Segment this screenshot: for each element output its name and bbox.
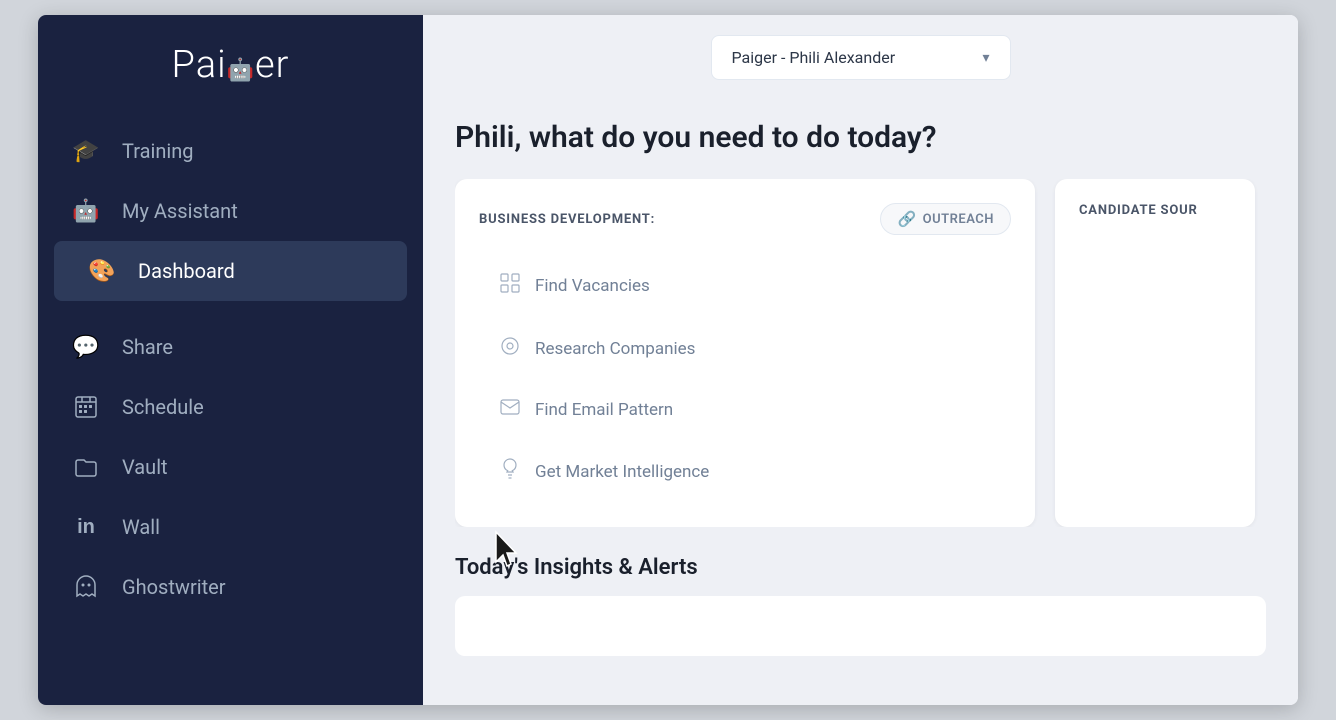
- schedule-icon: [70, 391, 102, 423]
- vault-icon: [70, 451, 102, 483]
- sidebar: Pai🤖er 🎓 Training 🤖 My Assistant 🎨 Dashb…: [38, 15, 423, 705]
- sidebar-item-training[interactable]: 🎓 Training: [38, 121, 423, 181]
- insights-title: Today's Insights & Alerts: [455, 555, 1266, 580]
- find-vacancies-icon: [499, 273, 521, 298]
- insights-card: [455, 596, 1266, 656]
- ghostwriter-icon: [70, 571, 102, 603]
- menu-item-label: Get Market Intelligence: [535, 462, 709, 482]
- find-email-icon: [499, 399, 521, 420]
- account-selector-value: Paiger - Phili Alexander: [732, 48, 896, 67]
- sidebar-item-share[interactable]: 💬 Share: [38, 317, 423, 377]
- sidebar-item-dashboard[interactable]: 🎨 Dashboard: [54, 241, 407, 301]
- training-icon: 🎓: [70, 135, 102, 167]
- menu-item-research-companies[interactable]: Research Companies: [479, 318, 1011, 379]
- my-assistant-icon: 🤖: [70, 195, 102, 227]
- sidebar-item-label: Schedule: [122, 395, 204, 419]
- card-menu-items: Find Vacancies Research Companies: [479, 255, 1011, 503]
- main-content: Paiger - Phili Alexander ▾ Phili, what d…: [423, 15, 1298, 705]
- sidebar-item-ghostwriter[interactable]: Ghostwriter: [38, 557, 423, 617]
- app-logo: Pai🤖er: [38, 15, 423, 111]
- outreach-badge-label: OUTREACH: [923, 212, 994, 227]
- menu-item-get-market-intelligence[interactable]: Get Market Intelligence: [479, 440, 1011, 503]
- card-header: BUSINESS DEVELOPMENT: 🔗 OUTREACH: [479, 203, 1011, 235]
- card-partial-header: CANDIDATE SOUR: [1079, 203, 1231, 218]
- menu-item-label: Find Email Pattern: [535, 400, 673, 420]
- sidebar-item-label: Dashboard: [138, 259, 235, 283]
- sidebar-item-schedule[interactable]: Schedule: [38, 377, 423, 437]
- business-development-card: BUSINESS DEVELOPMENT: 🔗 OUTREACH: [455, 179, 1035, 527]
- sidebar-item-vault[interactable]: Vault: [38, 437, 423, 497]
- chevron-down-icon: ▾: [982, 50, 989, 66]
- market-intelligence-icon: [499, 458, 521, 485]
- account-selector[interactable]: Paiger - Phili Alexander ▾: [711, 35, 1011, 80]
- sidebar-item-label: Ghostwriter: [122, 575, 226, 599]
- menu-item-label: Find Vacancies: [535, 276, 650, 296]
- candidate-sourcing-card: CANDIDATE SOUR: [1055, 179, 1255, 527]
- sidebar-item-label: Wall: [122, 515, 160, 539]
- menu-item-label: Research Companies: [535, 339, 695, 359]
- menu-item-find-vacancies[interactable]: Find Vacancies: [479, 255, 1011, 316]
- page-title: Phili, what do you need to do today?: [455, 120, 1266, 155]
- cards-row: BUSINESS DEVELOPMENT: 🔗 OUTREACH: [455, 179, 1266, 527]
- outreach-icon: 🔗: [897, 210, 916, 228]
- sidebar-item-wall[interactable]: in Wall: [38, 497, 423, 557]
- outreach-badge[interactable]: 🔗 OUTREACH: [880, 203, 1011, 235]
- sidebar-item-label: My Assistant: [122, 199, 238, 223]
- sidebar-item-label: Vault: [122, 455, 168, 479]
- dashboard-icon: 🎨: [86, 255, 118, 287]
- logo-robot-icon: 🤖: [227, 58, 255, 83]
- header: Paiger - Phili Alexander ▾: [423, 15, 1298, 96]
- card-section-title: BUSINESS DEVELOPMENT:: [479, 212, 655, 227]
- candidate-sourcing-title: CANDIDATE SOUR: [1079, 203, 1198, 218]
- sidebar-item-label: Share: [122, 335, 173, 359]
- page-body: Phili, what do you need to do today? BUS…: [423, 96, 1298, 705]
- research-companies-icon: [499, 336, 521, 361]
- sidebar-item-my-assistant[interactable]: 🤖 My Assistant: [38, 181, 423, 241]
- sidebar-item-label: Training: [122, 139, 194, 163]
- sidebar-nav: 🎓 Training 🤖 My Assistant 🎨 Dashboard 💬 …: [38, 111, 423, 705]
- share-icon: 💬: [70, 331, 102, 363]
- menu-item-find-email-pattern[interactable]: Find Email Pattern: [479, 381, 1011, 438]
- insights-section: Today's Insights & Alerts: [455, 555, 1266, 656]
- wall-linkedin-icon: in: [70, 511, 102, 543]
